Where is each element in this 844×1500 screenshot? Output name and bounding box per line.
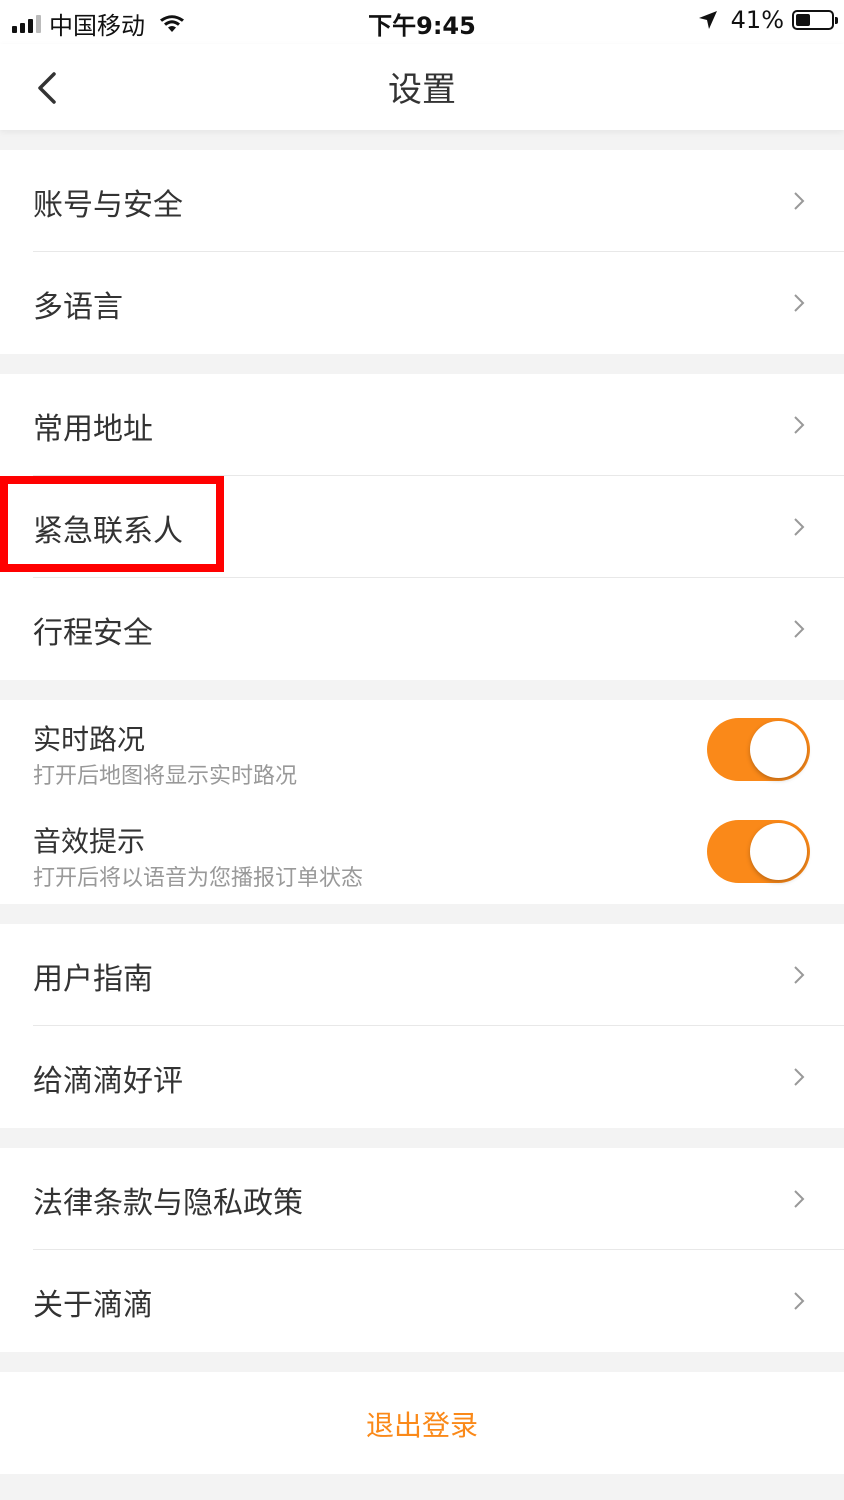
- logout-button[interactable]: 退出登录: [0, 1372, 844, 1474]
- toggle-subtitle: 打开后地图将显示实时路况: [33, 764, 298, 789]
- settings-item-emergency-contact[interactable]: 紧急联系人: [0, 476, 844, 578]
- settings-item-trip-safety[interactable]: 行程安全: [0, 578, 844, 680]
- help-group: 用户指南 给滴滴好评: [0, 924, 844, 1128]
- sound-prompt-toggle[interactable]: [707, 820, 810, 883]
- location-arrow-icon: [698, 11, 717, 29]
- settings-item-user-guide[interactable]: 用户指南: [0, 924, 844, 1026]
- settings-item-about[interactable]: 关于滴滴: [0, 1250, 844, 1352]
- battery-percent: 41%: [730, 6, 784, 34]
- toggle-knob: [750, 823, 807, 880]
- about-group: 法律条款与隐私政策 关于滴滴: [0, 1148, 844, 1352]
- settings-item-label: 常用地址: [33, 412, 153, 447]
- logout-label: 退出登录: [365, 1409, 478, 1442]
- settings-item-account-security[interactable]: 账号与安全: [0, 150, 844, 252]
- chevron-right-icon: [794, 518, 805, 536]
- settings-item-label: 给滴滴好评: [33, 1064, 183, 1099]
- chevron-right-icon: [794, 294, 805, 312]
- status-right: 41%: [697, 6, 838, 34]
- battery-icon: [792, 10, 838, 30]
- battery-fill: [796, 14, 810, 26]
- chevron-right-icon: [794, 1068, 805, 1086]
- account-group: 账号与安全 多语言: [0, 150, 844, 354]
- settings-item-sound-prompt: 音效提示 打开后将以语音为您播报订单状态: [0, 802, 844, 904]
- live-traffic-toggle[interactable]: [707, 718, 810, 781]
- chevron-right-icon: [794, 1190, 805, 1208]
- toggle-knob: [750, 721, 807, 778]
- settings-item-label: 行程安全: [33, 616, 153, 651]
- toggle-title: 实时路况: [33, 723, 146, 756]
- toggle-group: 实时路况 打开后地图将显示实时路况 音效提示 打开后将以语音为您播报订单状态: [0, 700, 844, 904]
- settings-item-legal-privacy[interactable]: 法律条款与隐私政策: [0, 1148, 844, 1250]
- chevron-right-icon: [794, 192, 805, 210]
- chevron-right-icon: [794, 620, 805, 638]
- toggle-subtitle: 打开后将以语音为您播报订单状态: [33, 866, 364, 891]
- battery-nub: [835, 17, 838, 24]
- settings-item-label: 多语言: [33, 290, 123, 325]
- settings-item-label: 法律条款与隐私政策: [33, 1186, 303, 1221]
- nav-bar: 设置: [0, 44, 844, 130]
- page-title: 设置: [388, 70, 456, 110]
- settings-item-label: 紧急联系人: [33, 514, 183, 549]
- settings-item-live-traffic: 实时路况 打开后地图将显示实时路况: [0, 700, 844, 802]
- toggle-title: 音效提示: [33, 825, 146, 858]
- settings-item-label: 账号与安全: [33, 188, 183, 223]
- safety-group: 常用地址 紧急联系人 行程安全: [0, 374, 844, 680]
- chevron-right-icon: [794, 966, 805, 984]
- status-bar: 中国移动 下午9:45 41%: [0, 0, 844, 44]
- settings-item-rate-app[interactable]: 给滴滴好评: [0, 1026, 844, 1128]
- settings-item-common-address[interactable]: 常用地址: [0, 374, 844, 476]
- chevron-right-icon: [794, 416, 805, 434]
- settings-item-language[interactable]: 多语言: [0, 252, 844, 354]
- settings-item-label: 关于滴滴: [33, 1288, 153, 1323]
- settings-item-label: 用户指南: [33, 962, 153, 997]
- chevron-right-icon: [794, 1292, 805, 1310]
